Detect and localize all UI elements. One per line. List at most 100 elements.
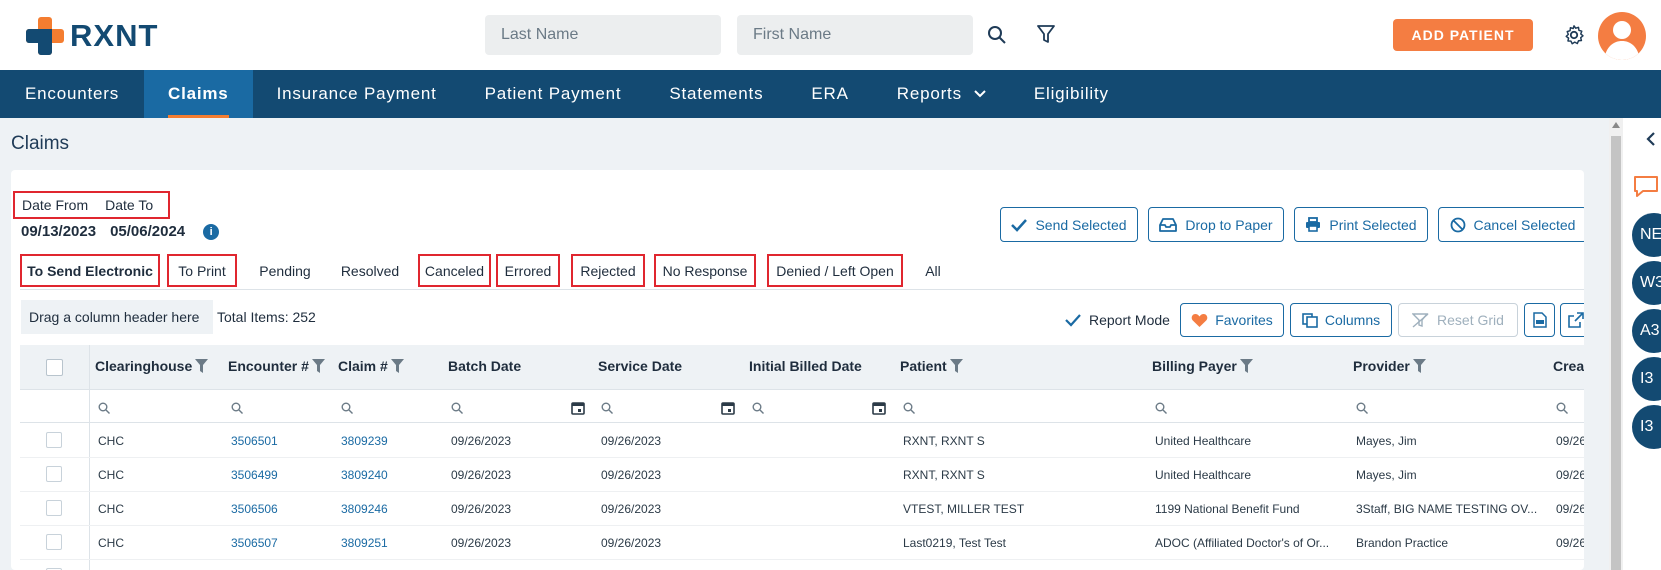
- panel-tag[interactable]: A3: [1632, 309, 1661, 353]
- nav-reports[interactable]: Reports: [873, 70, 1010, 118]
- tab-to-print[interactable]: To Print: [167, 254, 237, 287]
- page-scrollbar[interactable]: [1609, 118, 1623, 570]
- nav-eligibility[interactable]: Eligibility: [1010, 70, 1133, 118]
- cell-claim-link[interactable]: 3809246: [341, 502, 388, 516]
- search-icon[interactable]: [451, 400, 463, 416]
- cell-encounter-link[interactable]: 3506507: [231, 536, 278, 550]
- favorites-button[interactable]: Favorites: [1180, 303, 1284, 337]
- scrollbar-thumb[interactable]: [1611, 136, 1621, 570]
- search-icon[interactable]: [1356, 400, 1368, 416]
- col-claim[interactable]: Claim #: [338, 358, 404, 374]
- group-drop-zone[interactable]: Drag a column header here: [21, 300, 213, 334]
- cell-claim-link[interactable]: 3809251: [341, 536, 388, 550]
- tab-denied-left-open[interactable]: Denied / Left Open: [767, 254, 903, 287]
- panel-tag[interactable]: W3: [1632, 261, 1661, 305]
- add-patient-button[interactable]: ADD PATIENT: [1393, 19, 1533, 51]
- row-checkbox[interactable]: [46, 466, 62, 482]
- col-service-date[interactable]: Service Date: [598, 358, 682, 374]
- search-icon[interactable]: [986, 24, 1008, 46]
- columns-button[interactable]: Columns: [1290, 303, 1392, 337]
- col-initial-billed-date[interactable]: Initial Billed Date: [749, 358, 862, 374]
- tab-all[interactable]: All: [913, 254, 953, 287]
- col-encounter[interactable]: Encounter #: [228, 358, 325, 374]
- search-icon[interactable]: [231, 400, 243, 416]
- first-name-input[interactable]: [737, 15, 973, 55]
- column-filter-icon[interactable]: [311, 359, 325, 373]
- col-billing-payer[interactable]: Billing Payer: [1152, 358, 1253, 374]
- cell-encounter-link[interactable]: 3506506: [231, 502, 278, 516]
- search-icon[interactable]: [752, 400, 764, 416]
- column-filter-icon[interactable]: [1412, 359, 1426, 373]
- drop-to-paper-button[interactable]: Drop to Paper: [1148, 207, 1284, 242]
- table-row[interactable]: CHC 3506506 3809246 09/26/2023 09/26/202…: [20, 492, 1584, 526]
- column-filter-icon[interactable]: [1239, 359, 1253, 373]
- col-clearinghouse[interactable]: Clearinghouse: [95, 358, 209, 374]
- search-icon[interactable]: [903, 400, 915, 416]
- reset-grid-button[interactable]: Reset Grid: [1398, 303, 1518, 337]
- panel-tag[interactable]: NE: [1632, 213, 1661, 257]
- panel-tag[interactable]: I3: [1632, 357, 1661, 401]
- scroll-up-icon[interactable]: [1612, 122, 1620, 128]
- tab-errored[interactable]: Errored: [496, 254, 560, 287]
- report-mode-checkbox[interactable]: [1064, 311, 1081, 328]
- calendar-icon[interactable]: [872, 400, 886, 416]
- print-selected-button[interactable]: Print Selected: [1294, 207, 1428, 242]
- cell-encounter-link[interactable]: 3506501: [231, 434, 278, 448]
- col-patient[interactable]: Patient: [900, 358, 963, 374]
- nav-patient-payment[interactable]: Patient Payment: [461, 70, 646, 118]
- column-filter-icon[interactable]: [949, 359, 963, 373]
- tab-canceled[interactable]: Canceled: [418, 254, 491, 287]
- rxnt-logo[interactable]: RXNT: [26, 17, 158, 55]
- col-created[interactable]: Crea: [1553, 358, 1584, 374]
- tab-no-response[interactable]: No Response: [654, 254, 756, 287]
- inbox-icon: [1159, 217, 1178, 232]
- tab-rejected[interactable]: Rejected: [571, 254, 645, 287]
- info-icon[interactable]: i: [203, 223, 220, 240]
- row-checkbox[interactable]: [46, 534, 62, 550]
- column-filter-icon[interactable]: [390, 359, 404, 373]
- tab-to-send-electronic[interactable]: To Send Electronic: [20, 254, 160, 287]
- nav-claims[interactable]: Claims: [144, 70, 253, 118]
- last-name-input[interactable]: [485, 15, 721, 55]
- cancel-selected-button[interactable]: Cancel Selected: [1438, 207, 1584, 242]
- search-icon[interactable]: [601, 400, 613, 416]
- nav-encounters[interactable]: Encounters: [0, 70, 144, 118]
- chevron-left-icon[interactable]: [1646, 132, 1655, 146]
- cell-encounter-link[interactable]: 3506499: [231, 468, 278, 482]
- export-pdf-button[interactable]: [1524, 303, 1555, 337]
- nav-insurance-payment[interactable]: Insurance Payment: [253, 70, 461, 118]
- table-row[interactable]: CHC 3506501 3809239 09/26/2023 09/26/202…: [20, 424, 1584, 458]
- row-checkbox[interactable]: [46, 500, 62, 516]
- calendar-icon[interactable]: [721, 400, 735, 416]
- search-icon[interactable]: [1155, 400, 1167, 416]
- cell-service-date: 09/26/2023: [601, 536, 662, 550]
- chat-icon[interactable]: [1633, 175, 1659, 199]
- table-row[interactable]: CHC 3506507 3809251 09/26/2023 09/26/202…: [20, 526, 1584, 560]
- tab-resolved[interactable]: Resolved: [332, 254, 408, 287]
- col-batch-date[interactable]: Batch Date: [448, 358, 521, 374]
- send-selected-button[interactable]: Send Selected: [1000, 207, 1138, 242]
- search-icon[interactable]: [1556, 400, 1568, 416]
- calendar-icon[interactable]: [571, 400, 585, 416]
- search-icon[interactable]: [98, 400, 110, 416]
- nav-era[interactable]: ERA: [787, 70, 872, 118]
- table-row[interactable]: CHC 3506499 3809240 09/26/2023 09/26/202…: [20, 458, 1584, 492]
- user-avatar[interactable]: [1598, 12, 1646, 60]
- nav-statements[interactable]: Statements: [645, 70, 787, 118]
- col-provider[interactable]: Provider: [1353, 358, 1426, 374]
- tab-pending[interactable]: Pending: [247, 254, 323, 287]
- gear-icon[interactable]: [1562, 23, 1586, 47]
- filter-icon[interactable]: [1035, 23, 1057, 45]
- row-checkbox[interactable]: [46, 432, 62, 448]
- cell-claim-link[interactable]: 3809240: [341, 468, 388, 482]
- date-range-values[interactable]: 09/13/2023 05/06/2024 i: [21, 223, 220, 240]
- search-icon[interactable]: [341, 400, 353, 416]
- cell-batch-date: 09/26/2023: [451, 536, 512, 550]
- report-mode-toggle[interactable]: Report Mode: [1064, 311, 1170, 328]
- claim-status-tabs: To Send Electronic To Print Pending Reso…: [20, 254, 1584, 290]
- table-row[interactable]: [20, 560, 1584, 570]
- column-filter-icon[interactable]: [195, 359, 209, 373]
- panel-tag[interactable]: I3: [1632, 405, 1661, 449]
- cell-claim-link[interactable]: 3809239: [341, 434, 388, 448]
- export-button[interactable]: [1560, 303, 1584, 337]
